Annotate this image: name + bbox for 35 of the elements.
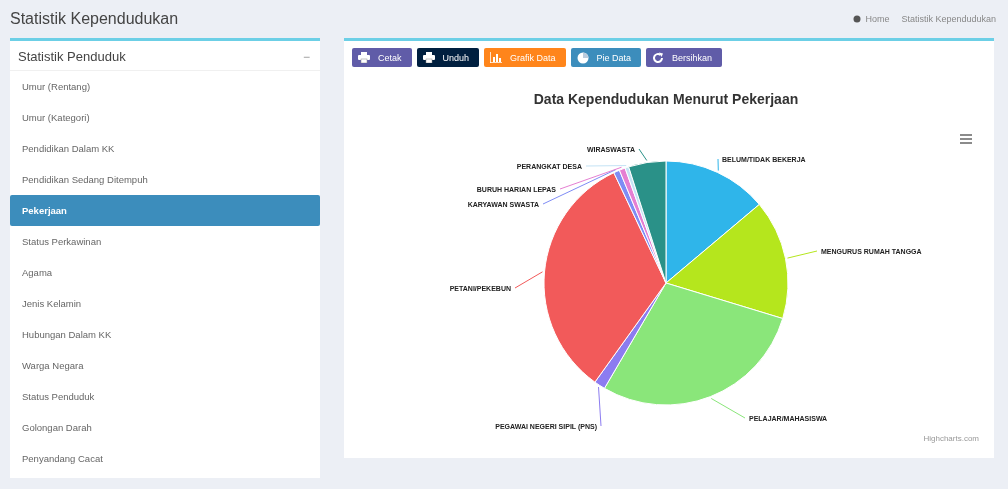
sidebar-title: Statistik Penduduk bbox=[18, 49, 126, 64]
toolbar-button[interactable]: Bersihkan bbox=[646, 48, 723, 67]
leader-line bbox=[710, 397, 746, 419]
printer-icon bbox=[358, 52, 370, 63]
sidebar-item[interactable]: Warga Negara bbox=[10, 350, 320, 381]
bar-chart-icon bbox=[490, 52, 503, 63]
toolbar-button[interactable]: Cetak bbox=[352, 48, 412, 67]
sidebar-item[interactable]: Status Perkawinan bbox=[10, 226, 320, 257]
chart-title: Data Kependudukan Menurut Pekerjaan bbox=[533, 91, 799, 107]
toolbar-button[interactable]: Unduh bbox=[416, 48, 480, 67]
sidebar-item[interactable]: Pekerjaan bbox=[10, 195, 320, 226]
leader-line bbox=[598, 386, 602, 427]
sidebar-item[interactable]: Umur (Rentang) bbox=[10, 71, 320, 102]
leader-line bbox=[786, 250, 818, 259]
pie-chart-icon bbox=[576, 51, 589, 64]
refresh-icon bbox=[652, 51, 665, 64]
toolbar-button[interactable]: Pie Data bbox=[570, 48, 642, 67]
breadcrumb-item: Statistik Kependudukan bbox=[901, 14, 996, 24]
sidebar-item[interactable]: Pendidikan Sedang Ditempuh bbox=[10, 164, 320, 195]
printer-icon bbox=[422, 52, 435, 63]
sidebar-item[interactable]: Jenis Kelamin bbox=[10, 288, 320, 319]
sidebar-item[interactable]: Penyandang Cacat bbox=[10, 443, 320, 474]
sidebar-item[interactable]: Hubungan Dalam KK bbox=[10, 319, 320, 350]
leader-line bbox=[717, 158, 719, 172]
leader-line bbox=[638, 148, 648, 161]
menu-icon[interactable] bbox=[960, 134, 972, 144]
page-title: Statistik Kependudukan bbox=[10, 10, 179, 28]
sidebar-item[interactable]: Golongan Darah bbox=[10, 412, 320, 443]
leader-line bbox=[514, 271, 543, 289]
sidebar-item[interactable]: Pendidikan Dalam KK bbox=[10, 133, 320, 164]
sidebar-item[interactable]: Agama bbox=[10, 257, 320, 288]
sidebar-item[interactable]: Status Penduduk bbox=[10, 381, 320, 412]
dashboard-icon bbox=[853, 15, 862, 23]
breadcrumb-link[interactable]: Home bbox=[865, 14, 890, 24]
sidebar-item[interactable]: Umur (Kategori) bbox=[10, 102, 320, 133]
